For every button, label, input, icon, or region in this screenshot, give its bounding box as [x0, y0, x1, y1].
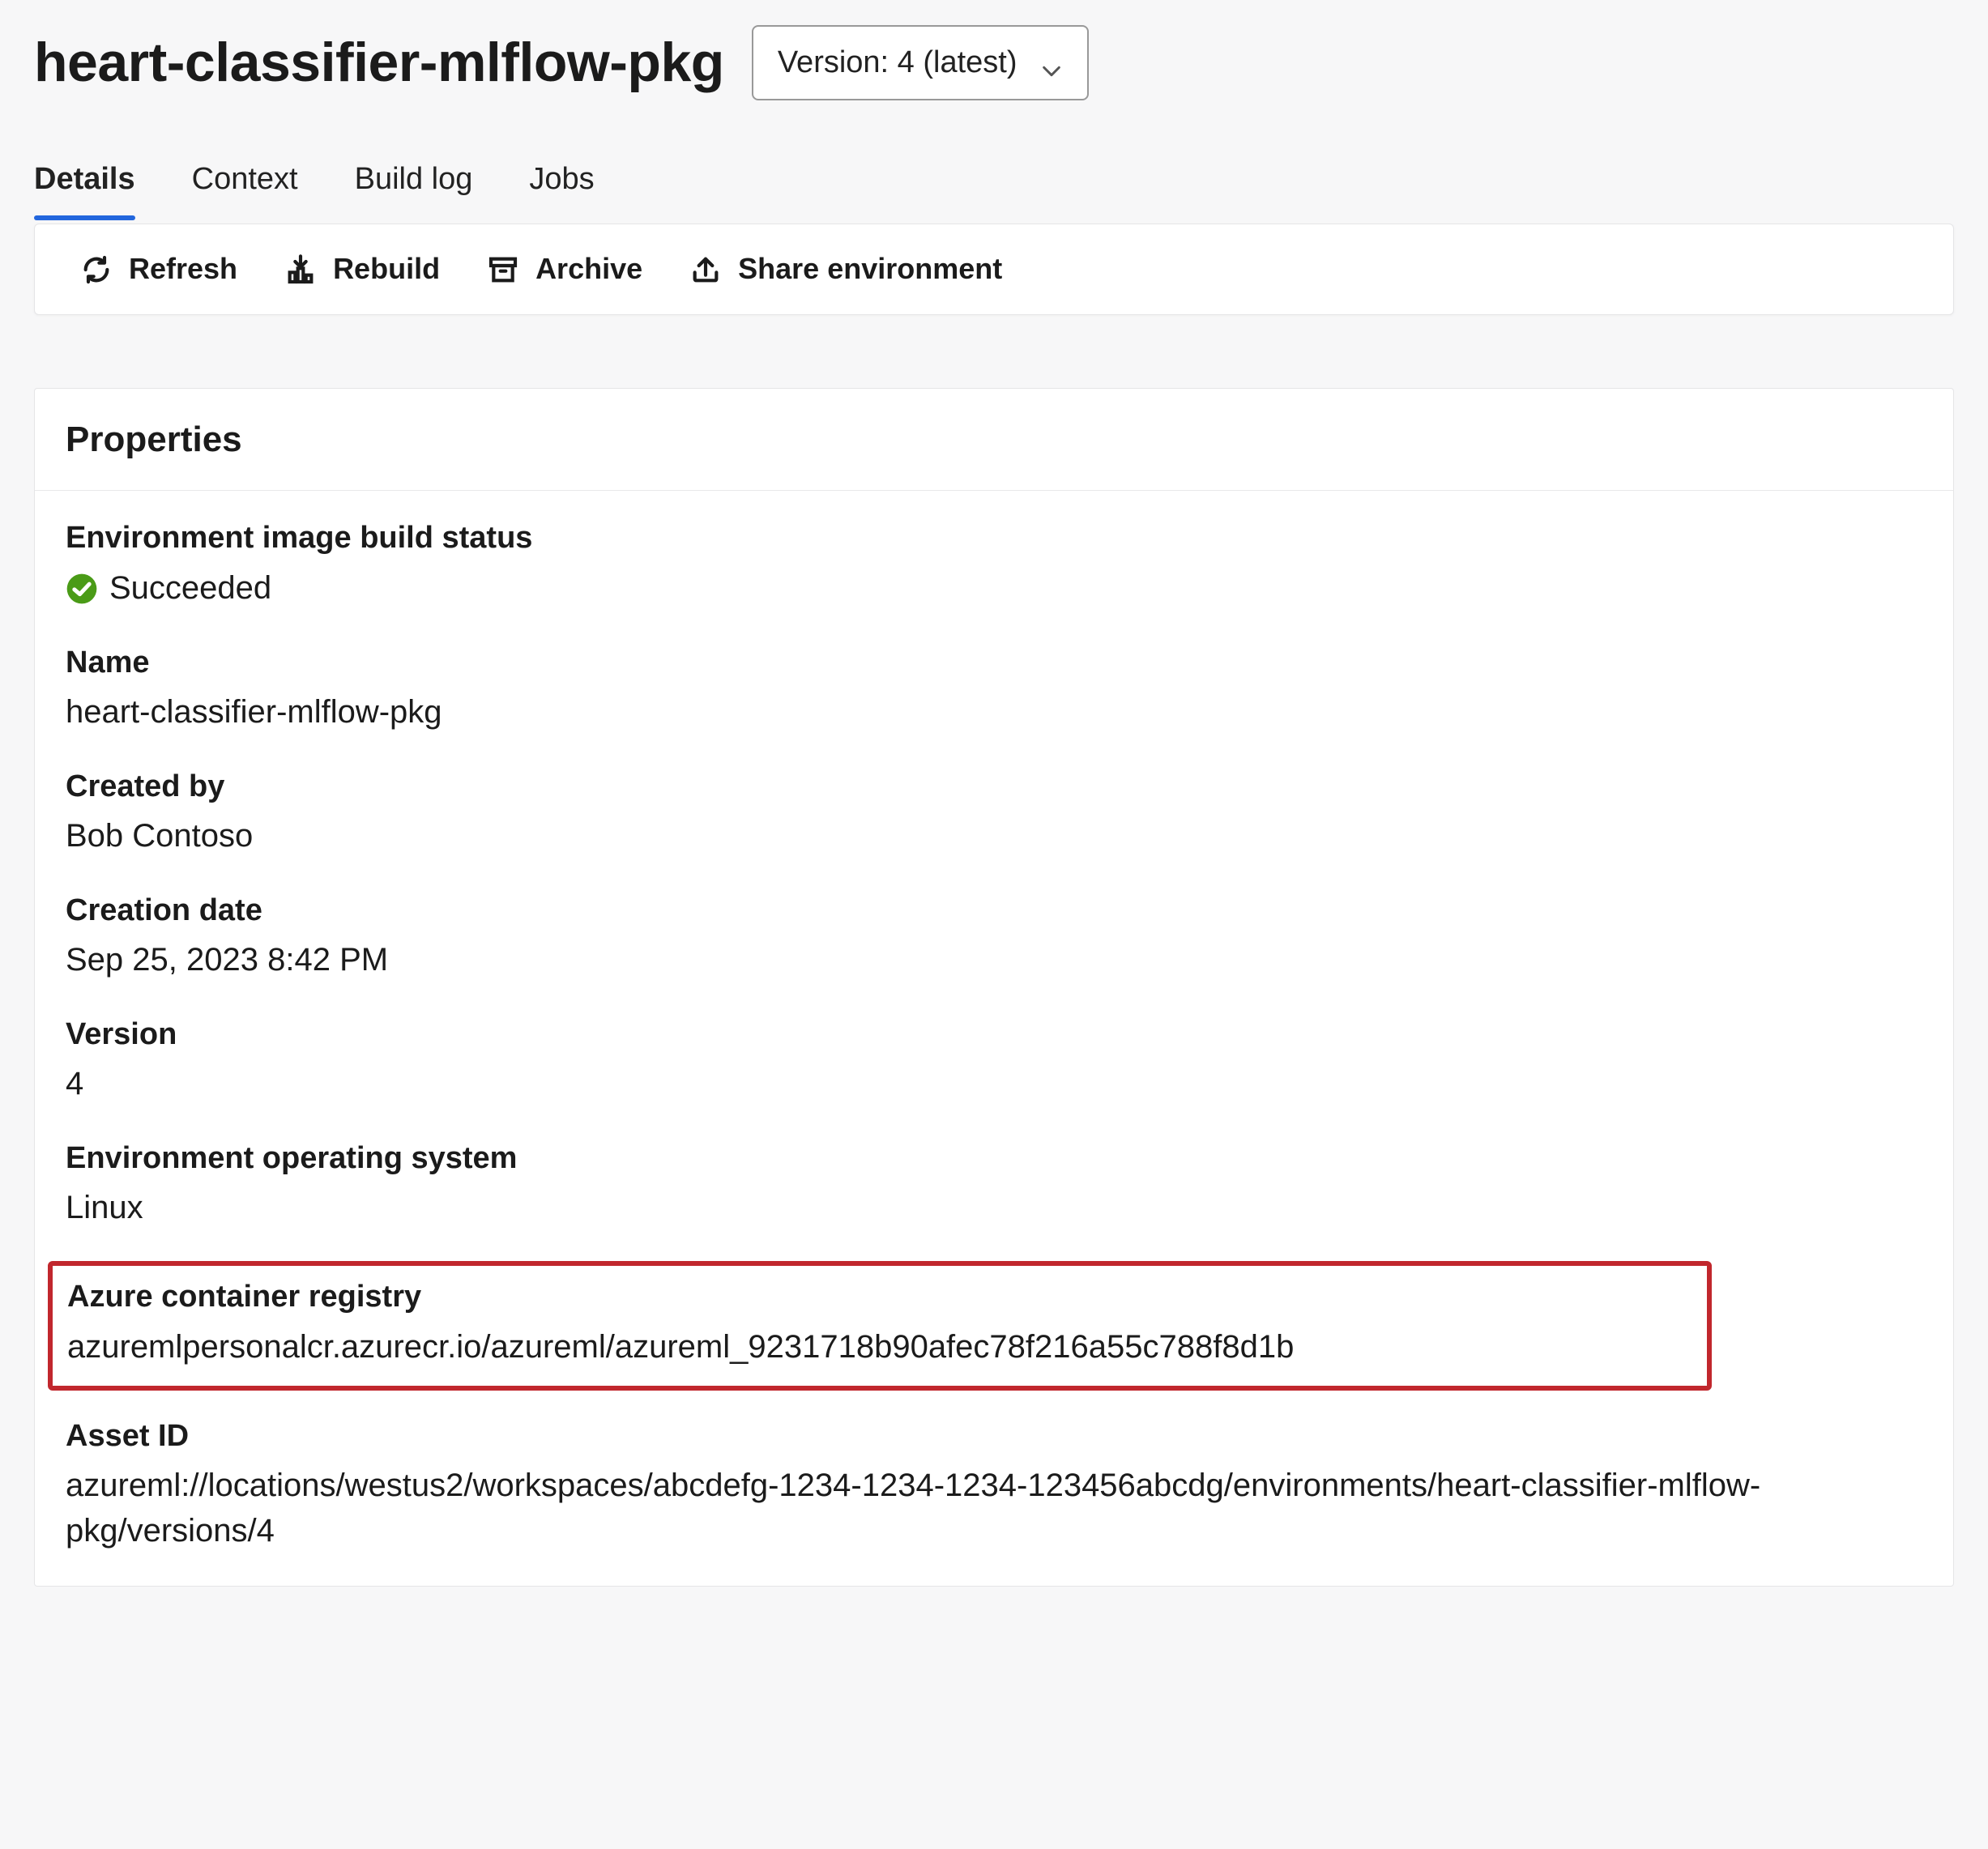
prop-value: azuremlpersonalcr.azurecr.io/azureml/azu…	[67, 1324, 1692, 1370]
share-environment-label: Share environment	[738, 249, 1002, 289]
prop-build-status: Environment image build status Succeeded	[66, 517, 1922, 610]
properties-panel: Properties Environment image build statu…	[34, 388, 1954, 1587]
prop-label: Azure container registry	[67, 1276, 1692, 1319]
rebuild-button[interactable]: Rebuild	[284, 249, 440, 289]
properties-panel-title: Properties	[35, 389, 1953, 492]
prop-value: Linux	[66, 1185, 1922, 1230]
prop-label: Asset ID	[66, 1415, 1922, 1458]
prop-name: Name heart-classifier-mlflow-pkg	[66, 641, 1922, 735]
tab-build-log[interactable]: Build log	[355, 158, 473, 219]
page-header: heart-classifier-mlflow-pkg Version: 4 (…	[34, 24, 1954, 101]
prop-value: 4	[66, 1061, 1922, 1106]
toolbar: Refresh Rebuild Archive Share environmen…	[34, 224, 1954, 314]
prop-label: Name	[66, 641, 1922, 684]
page-root: heart-classifier-mlflow-pkg Version: 4 (…	[0, 0, 1988, 1627]
page-title: heart-classifier-mlflow-pkg	[34, 24, 724, 101]
prop-acr: Azure container registry azuremlpersonal…	[67, 1276, 1692, 1369]
tabs: Details Context Build log Jobs	[34, 158, 1954, 220]
archive-button[interactable]: Archive	[487, 249, 642, 289]
refresh-label: Refresh	[129, 249, 237, 289]
prop-label: Environment image build status	[66, 517, 1922, 560]
refresh-icon	[80, 253, 113, 286]
prop-value: heart-classifier-mlflow-pkg	[66, 689, 1922, 735]
rebuild-icon	[284, 253, 317, 286]
tab-details[interactable]: Details	[34, 158, 135, 219]
share-icon	[689, 253, 722, 286]
prop-value: azureml://locations/westus2/workspaces/a…	[66, 1463, 1922, 1553]
prop-label: Version	[66, 1013, 1922, 1056]
build-status-text: Succeeded	[109, 565, 271, 611]
prop-os: Environment operating system Linux	[66, 1137, 1922, 1230]
prop-created-by: Created by Bob Contoso	[66, 765, 1922, 858]
prop-label: Environment operating system	[66, 1137, 1922, 1180]
chevron-down-icon	[1040, 52, 1063, 75]
prop-asset-id: Asset ID azureml://locations/westus2/wor…	[66, 1415, 1922, 1553]
tab-jobs[interactable]: Jobs	[529, 158, 594, 219]
rebuild-label: Rebuild	[333, 249, 440, 289]
prop-version: Version 4	[66, 1013, 1922, 1106]
archive-label: Archive	[535, 249, 642, 289]
prop-label: Creation date	[66, 889, 1922, 932]
version-selector[interactable]: Version: 4 (latest)	[752, 25, 1089, 100]
prop-creation-date: Creation date Sep 25, 2023 8:42 PM	[66, 889, 1922, 982]
prop-value: Sep 25, 2023 8:42 PM	[66, 937, 1922, 982]
refresh-button[interactable]: Refresh	[80, 249, 237, 289]
prop-value: Succeeded	[66, 565, 1922, 611]
success-check-icon	[66, 572, 98, 604]
acr-highlight: Azure container registry azuremlpersonal…	[48, 1261, 1712, 1390]
share-environment-button[interactable]: Share environment	[689, 249, 1002, 289]
prop-label: Created by	[66, 765, 1922, 808]
archive-icon	[487, 253, 519, 286]
properties-list: Environment image build status Succeeded…	[35, 491, 1953, 1586]
tab-context[interactable]: Context	[192, 158, 298, 219]
version-selector-label: Version: 4 (latest)	[778, 41, 1017, 84]
prop-value: Bob Contoso	[66, 813, 1922, 858]
